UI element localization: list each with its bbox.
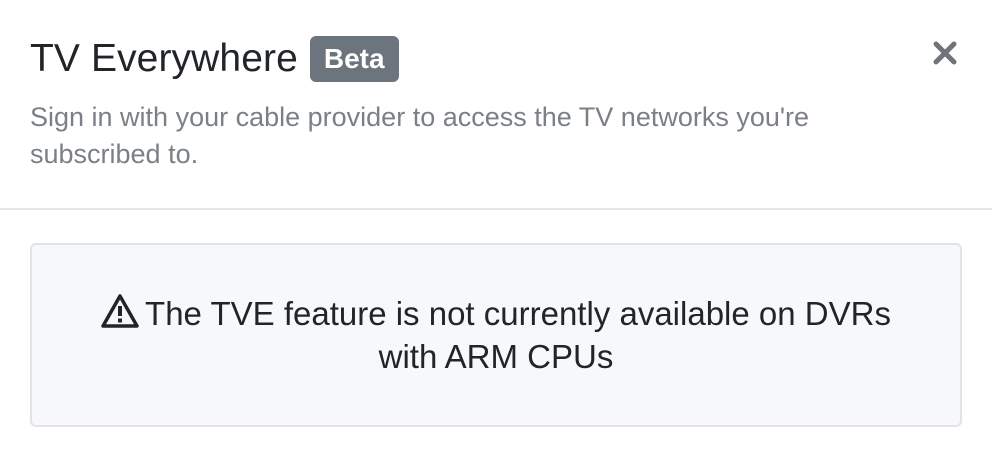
modal-body: The TVE feature is not currently availab… (0, 210, 992, 427)
alert-content: The TVE feature is not currently availab… (96, 292, 896, 378)
modal-header: TV Everywhere Beta Sign in with your cab… (0, 0, 992, 210)
modal-subtitle: Sign in with your cable provider to acce… (30, 102, 810, 169)
beta-badge: Beta (309, 36, 399, 82)
close-button[interactable] (932, 40, 958, 66)
warning-alert: The TVE feature is not currently availab… (30, 243, 962, 427)
modal-title: TV Everywhere (30, 37, 298, 80)
alert-message: The TVE feature is not currently availab… (145, 295, 891, 375)
title-row: TV Everywhere Beta (30, 34, 962, 84)
tv-everywhere-modal: TV Everywhere Beta Sign in with your cab… (0, 0, 992, 460)
warning-icon (101, 294, 139, 328)
close-icon (933, 41, 957, 65)
